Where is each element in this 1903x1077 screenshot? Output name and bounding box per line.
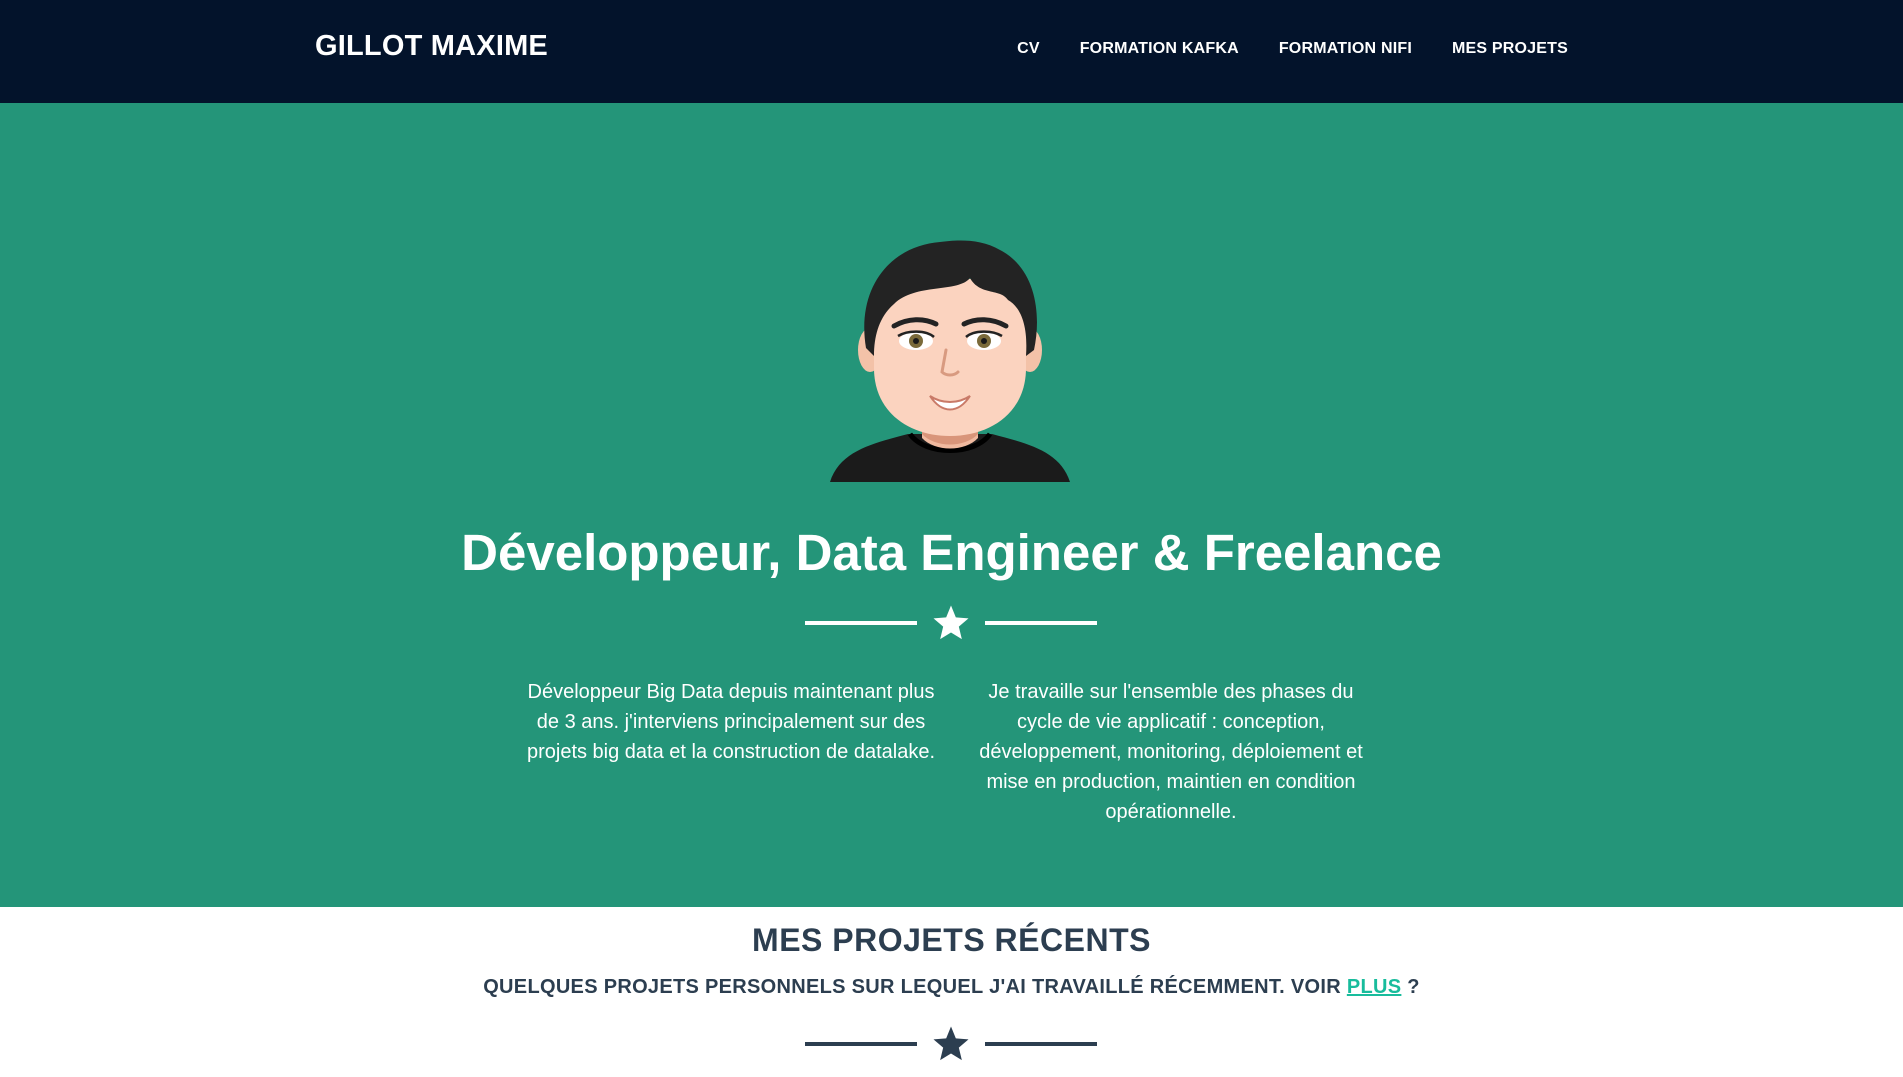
nav-link-cv[interactable]: CV [1017, 40, 1040, 58]
nav-link-formation-nifi[interactable]: FORMATION NIFI [1279, 40, 1412, 58]
nav-link-formation-kafka[interactable]: FORMATION KAFKA [1080, 40, 1239, 58]
hero-divider [805, 603, 1097, 643]
nav-links: CV FORMATION KAFKA FORMATION NIFI MES PR… [1017, 40, 1568, 58]
plus-link[interactable]: PLUS [1347, 976, 1402, 998]
star-icon [933, 1026, 969, 1061]
hero-title: Développeur, Data Engineer & Freelance [461, 524, 1442, 581]
projects-section-subtitle: QUELQUES PROJETS PERSONNELS SUR LEQUEL J… [0, 976, 1903, 999]
divider-line-right [985, 1042, 1097, 1046]
intro-text-right: Je travaille sur l'ensemble des phases d… [979, 681, 1363, 823]
nav-link-mes-projets[interactable]: MES PROJETS [1452, 40, 1568, 58]
subtitle-suffix: ? [1407, 976, 1420, 998]
projects-section-title: MES PROJETS RÉCENTS [752, 922, 1151, 958]
hero-section: Développeur, Data Engineer & Freelance D… [0, 103, 1903, 907]
divider-line-right [985, 621, 1097, 625]
intro-text-left: Développeur Big Data depuis maintenant p… [526, 681, 936, 763]
divider-line-left [805, 621, 917, 625]
brand-link[interactable]: GILLOT MAXIME [315, 30, 548, 63]
avatar-icon [830, 240, 1070, 482]
top-navbar: GILLOT MAXIME CV FORMATION KAFKA FORMATI… [0, 0, 1903, 103]
subtitle-text: QUELQUES PROJETS PERSONNELS SUR LEQUEL J… [483, 976, 1341, 998]
divider-line-left [805, 1042, 917, 1046]
projects-divider [805, 1024, 1097, 1064]
star-icon [933, 605, 969, 640]
